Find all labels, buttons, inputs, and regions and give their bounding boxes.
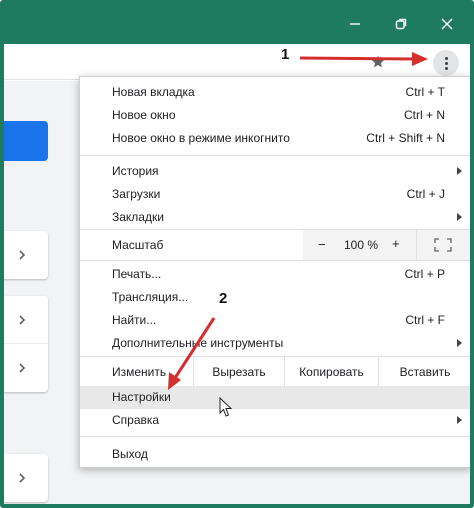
settings-row[interactable] <box>4 231 48 279</box>
menu-item-new-tab[interactable]: Новая вкладка Ctrl + T <box>80 81 470 104</box>
menu-item-label: Трансляция... <box>112 290 189 304</box>
submenu-arrow-icon <box>457 167 462 175</box>
zoom-controls: − 100 % + <box>303 230 470 260</box>
browser-toolbar <box>4 44 470 80</box>
minimize-button[interactable] <box>332 4 378 44</box>
star-icon <box>371 55 385 68</box>
mouse-cursor-icon <box>219 397 233 417</box>
settings-row[interactable] <box>4 296 48 344</box>
menu-item-label: Печать... <box>112 267 162 281</box>
paste-button[interactable]: Вставить <box>378 357 470 387</box>
menu-item-label: Настройки <box>112 390 171 404</box>
submenu-arrow-icon <box>457 416 462 424</box>
submenu-arrow-icon <box>457 213 462 221</box>
chrome-main-menu: Новая вкладка Ctrl + T Новое окно Ctrl +… <box>79 76 470 468</box>
menu-item-label: Новое окно <box>112 108 176 122</box>
menu-item-print[interactable]: Печать... Ctrl + P <box>80 263 470 286</box>
fullscreen-icon[interactable] <box>434 238 452 252</box>
zoom-label: Масштаб <box>112 238 164 252</box>
menu-item-downloads[interactable]: Загрузки Ctrl + J <box>80 183 470 206</box>
menu-item-label: Выход <box>112 447 148 461</box>
menu-item-label: Новая вкладка <box>112 85 195 99</box>
menu-item-bookmarks[interactable]: Закладки <box>80 206 470 229</box>
chevron-right-icon <box>19 250 26 260</box>
menu-divider <box>80 260 470 261</box>
zoom-in-button[interactable]: + <box>392 236 400 251</box>
chevron-right-icon <box>19 473 26 483</box>
chevron-right-icon <box>19 363 26 373</box>
menu-item-shortcut: Ctrl + F <box>405 313 445 327</box>
menu-item-more-tools[interactable]: Дополнительные инструменты <box>80 332 470 355</box>
chrome-menu-button[interactable] <box>433 50 459 76</box>
menu-item-label: Найти... <box>112 313 157 327</box>
menu-item-label: Дополнительные инструменты <box>112 336 284 350</box>
menu-item-history[interactable]: История <box>80 160 470 183</box>
menu-item-label: Справка <box>112 413 160 427</box>
browser-window: Новая вкладка Ctrl + T Новое окно Ctrl +… <box>0 0 474 508</box>
menu-item-find[interactable]: Найти... Ctrl + F <box>80 309 470 332</box>
menu-item-shortcut: Ctrl + P <box>404 267 445 281</box>
menu-item-label: Новое окно в режиме инкогнито <box>112 131 290 145</box>
settings-row[interactable] <box>4 454 48 502</box>
menu-item-settings[interactable]: Настройки <box>80 386 470 409</box>
menu-item-shortcut: Ctrl + J <box>406 187 445 201</box>
zoom-level: 100 % <box>344 238 379 252</box>
restore-button[interactable] <box>378 4 424 44</box>
close-button[interactable] <box>424 4 470 44</box>
menu-item-new-window[interactable]: Новое окно Ctrl + N <box>80 104 470 127</box>
menu-item-cast[interactable]: Трансляция... <box>80 286 470 309</box>
zoom-divider <box>416 230 417 260</box>
menu-item-shortcut: Ctrl + Shift + N <box>366 131 445 145</box>
menu-item-label: Загрузки <box>112 187 161 201</box>
menu-edit-row: Изменить Вырезать Копировать Вставить <box>80 357 470 387</box>
annotation-step-1: 1 <box>281 46 290 63</box>
edit-label: Изменить <box>112 365 167 379</box>
menu-item-shortcut: Ctrl + T <box>405 85 445 99</box>
page-header-band <box>4 121 48 161</box>
chevron-right-icon <box>19 315 26 325</box>
menu-item-incognito-window[interactable]: Новое окно в режиме инкогнито Ctrl + Shi… <box>80 127 470 150</box>
minimize-icon <box>350 23 360 25</box>
menu-item-exit[interactable]: Выход <box>80 443 470 466</box>
menu-item-shortcut: Ctrl + N <box>403 108 445 122</box>
kebab-menu-icon <box>444 56 448 60</box>
copy-button[interactable]: Копировать <box>284 357 378 387</box>
menu-divider <box>80 436 470 437</box>
settings-row[interactable] <box>4 344 48 392</box>
menu-item-label: История <box>112 164 159 178</box>
settings-card <box>4 231 48 279</box>
title-bar <box>4 4 470 44</box>
close-icon <box>441 18 453 30</box>
annotation-step-2: 2 <box>219 290 228 307</box>
settings-card <box>4 454 48 502</box>
restore-icon <box>395 18 407 30</box>
menu-item-help[interactable]: Справка <box>80 409 470 432</box>
menu-item-label: Закладки <box>112 210 164 224</box>
menu-zoom-row: Масштаб − 100 % + <box>80 230 470 260</box>
zoom-out-button[interactable]: − <box>318 237 326 252</box>
cut-button[interactable]: Вырезать <box>193 357 284 387</box>
bookmark-star-button[interactable] <box>368 52 388 72</box>
menu-divider <box>80 155 470 156</box>
submenu-arrow-icon <box>457 339 462 347</box>
settings-card <box>4 296 48 392</box>
